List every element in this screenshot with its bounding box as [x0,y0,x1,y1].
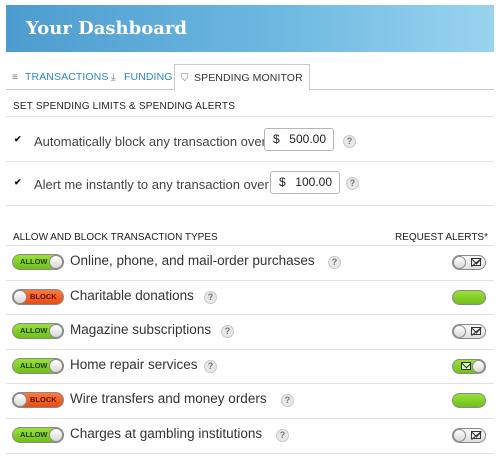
transaction-type-label: Charges at gambling institutions [70,426,263,441]
divider [6,205,494,206]
block-limit-label: Automatically block any transaction over [34,134,266,149]
tab-funding[interactable]: ⤓ FUNDING [111,64,173,90]
transaction-type-label: Charitable donations [70,288,194,303]
toggle-knob [49,359,63,373]
tab-spending-monitor-label: SPENDING MONITOR [194,72,303,84]
download-icon: ⤓ [111,72,116,83]
transaction-type-label: Online, phone, and mail-order purchases [70,253,315,268]
help-icon[interactable]: ? [346,177,359,190]
help-icon[interactable]: ? [221,325,234,338]
toggle-status: ALLOW [20,257,48,266]
toggle-knob [453,429,466,442]
divider [6,453,494,454]
tab-spending-monitor[interactable]: ⛉ SPENDING MONITOR [174,64,310,91]
list-icon: ≡ [12,72,18,83]
envelope-icon [461,362,471,370]
transaction-type-row: ALLOW Online, phone, and mail-order purc… [6,245,494,279]
block-toggle[interactable]: BLOCK [12,392,64,408]
toggle-knob [453,256,466,269]
transaction-type-row: ALLOW Charges at gambling institutions ? [6,418,494,452]
block-toggle[interactable]: BLOCK [12,289,64,305]
help-icon[interactable]: ? [281,394,294,407]
transaction-type-row: ALLOW Home repair services ? [6,349,494,383]
toggle-knob [453,325,466,338]
alert-off-envelope-icon [471,258,481,266]
alert-toggle[interactable] [452,290,486,305]
divider [6,116,494,117]
divider [6,161,494,162]
help-icon[interactable]: ? [328,256,341,269]
alert-limit-amount-input[interactable]: $ 100.00 [270,171,340,194]
help-icon[interactable]: ? [343,135,356,148]
block-limit-row: ✔ Automatically block any transaction ov… [6,123,494,163]
allow-toggle[interactable]: ALLOW [12,358,64,374]
help-icon[interactable]: ? [204,360,217,373]
transaction-type-label: Wire transfers and money orders [70,391,267,406]
alert-off-envelope-icon [471,431,481,439]
toggle-knob [13,290,27,304]
tab-bar: ≡ TRANSACTIONS ⤓ FUNDING ⛉ SPENDING MONITOR [6,64,494,91]
allow-toggle[interactable]: ALLOW [12,254,64,270]
request-alerts-header: REQUEST ALERTS* [395,232,488,243]
alert-limit-row: ✔ Alert me instantly to any transaction … [6,166,494,206]
allow-toggle[interactable]: ALLOW [12,427,64,443]
transaction-type-row: ALLOW Magazine subscriptions ? [6,314,494,348]
toggle-status: BLOCK [30,292,57,301]
transaction-type-label: Home repair services [70,357,198,372]
toggle-status: ALLOW [20,326,48,335]
toggle-knob [472,360,485,373]
block-limit-amount: 500.00 [289,132,326,146]
allow-toggle[interactable]: ALLOW [12,323,64,339]
toggle-status: BLOCK [30,395,57,404]
alert-toggle[interactable] [452,359,486,374]
toggle-knob [49,324,63,338]
block-limit-checkbox[interactable]: ✔ [14,135,23,144]
dashboard-header: Your Dashboard [6,5,494,52]
help-icon[interactable]: ? [204,291,217,304]
alert-limit-currency: $ [279,175,286,189]
transaction-type-row: BLOCK Wire transfers and money orders ? [6,383,494,417]
tab-funding-label: FUNDING [124,71,173,83]
block-limit-amount-input[interactable]: $ 500.00 [264,128,334,151]
help-icon[interactable]: ? [276,429,289,442]
alert-limit-amount: 100.00 [295,175,332,189]
tab-transactions[interactable]: ≡ TRANSACTIONS [12,64,108,90]
transaction-type-label: Magazine subscriptions [70,322,212,337]
alert-off-envelope-icon [471,327,481,335]
transaction-type-row: BLOCK Charitable donations ? [6,280,494,314]
alert-limit-label: Alert me instantly to any transaction ov… [34,177,269,192]
toggle-status: ALLOW [20,430,48,439]
alert-toggle[interactable] [452,255,486,270]
toggle-status: ALLOW [20,361,48,370]
limits-section-title: SET SPENDING LIMITS & SPENDING ALERTS [13,101,236,112]
alert-limit-checkbox[interactable]: ✔ [14,178,23,187]
alert-toggle[interactable] [452,428,486,443]
toggle-knob [49,428,63,442]
alert-toggle[interactable] [452,324,486,339]
page-title: Your Dashboard [26,18,187,39]
types-section-title: ALLOW AND BLOCK TRANSACTION TYPES [13,232,218,243]
tab-transactions-label: TRANSACTIONS [25,71,109,83]
shield-icon: ⛉ [181,73,189,84]
types-header: ALLOW AND BLOCK TRANSACTION TYPES REQUES… [6,232,494,244]
toggle-knob [13,393,27,407]
alert-toggle[interactable] [452,393,486,408]
block-limit-currency: $ [273,132,280,146]
toggle-knob [49,255,63,269]
